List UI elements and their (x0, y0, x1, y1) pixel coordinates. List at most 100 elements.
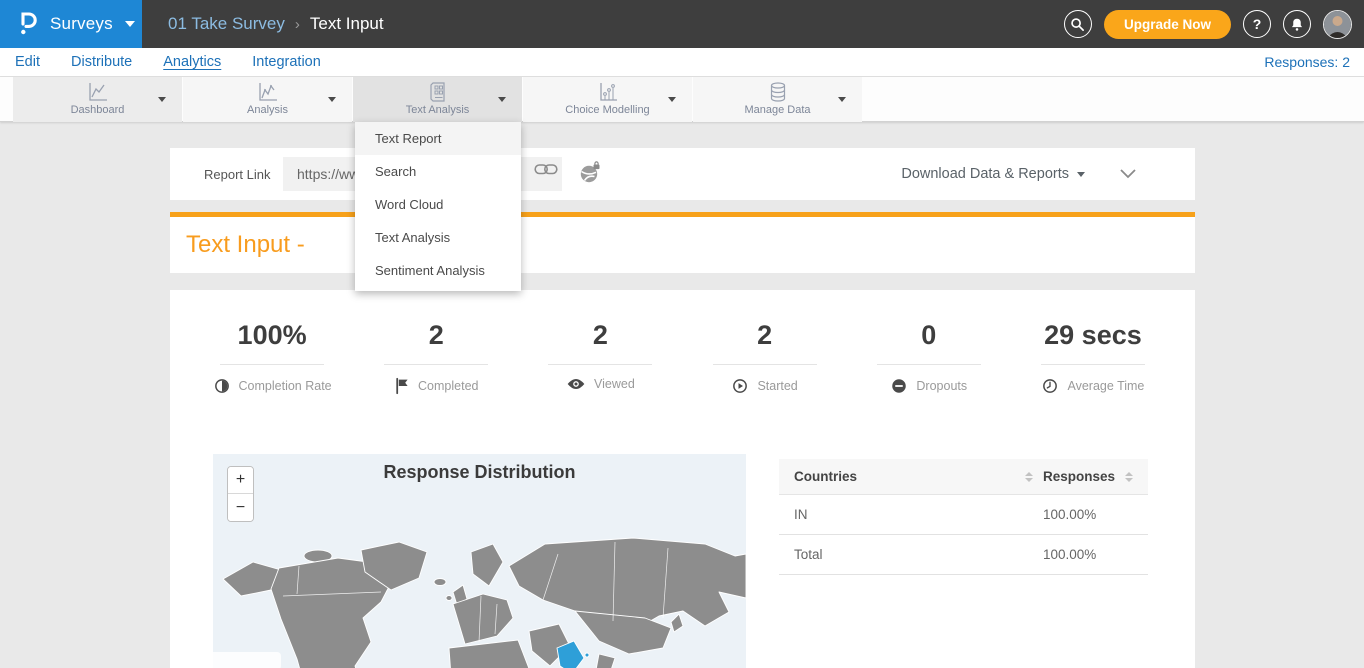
collapse-chevron-icon[interactable] (1119, 166, 1137, 184)
divider (713, 364, 817, 365)
stat-average-time: 29 secs Average Time (1011, 320, 1175, 395)
nav-item-analytics[interactable]: Analytics (163, 54, 221, 70)
map-scandinavia (471, 544, 503, 586)
question-title-card: Text Input - (170, 217, 1195, 273)
stat-viewed: 2 Viewed (518, 320, 682, 395)
search-button[interactable] (1064, 10, 1092, 38)
minus-icon (890, 377, 908, 395)
notifications-button[interactable] (1283, 10, 1311, 38)
tab-label: Text Analysis (406, 104, 470, 116)
map-north-africa (449, 640, 533, 668)
chevron-down-icon (838, 97, 846, 102)
divider (877, 364, 981, 365)
tab-text-analysis[interactable]: Text Analysis (353, 77, 522, 122)
play-icon (731, 377, 749, 395)
analytics-toolbar: Dashboard Analysis (0, 77, 1364, 122)
user-avatar[interactable] (1323, 10, 1352, 39)
breadcrumb-survey-link[interactable]: 01 Take Survey (168, 14, 285, 34)
report-link-card: Report Link Download Data & Reports (170, 148, 1195, 200)
header-actions: Upgrade Now ? (1064, 0, 1352, 48)
nav-item-edit[interactable]: Edit (15, 54, 40, 70)
tab-choice-modelling[interactable]: Choice Modelling (523, 77, 692, 122)
search-icon (1070, 17, 1085, 32)
countries-table-header: Countries Responses (779, 459, 1148, 495)
menu-item-search[interactable]: Search (355, 155, 521, 188)
chevron-down-icon (498, 97, 506, 102)
chevron-down-icon (668, 97, 676, 102)
tab-dashboard[interactable]: Dashboard (13, 77, 182, 122)
nav-item-integration[interactable]: Integration (252, 54, 321, 70)
countries-table: Countries Responses IN 100.00% Total 100… (779, 459, 1148, 575)
map-zoom-in-button[interactable]: + (228, 467, 253, 494)
menu-item-text-report[interactable]: Text Report (355, 122, 521, 155)
questionpro-logo-icon (16, 8, 40, 41)
tab-manage-data[interactable]: Manage Data (693, 77, 862, 122)
menu-item-text-analysis[interactable]: Text Analysis (355, 221, 521, 254)
stat-completed: 2 Completed (354, 320, 518, 395)
download-data-reports-dropdown[interactable]: Download Data & Reports (901, 148, 1085, 200)
breadcrumb-current-page: Text Input (310, 14, 384, 34)
stat-value: 2 (593, 320, 608, 351)
map-attribution-box (213, 652, 281, 668)
sort-responses-icon[interactable] (1125, 472, 1133, 482)
menu-item-word-cloud[interactable]: Word Cloud (355, 188, 521, 221)
world-map[interactable] (213, 534, 746, 668)
chevron-down-icon (158, 97, 166, 102)
breadcrumb-separator: › (295, 16, 300, 33)
brand-menu[interactable]: Surveys (0, 0, 142, 48)
tab-label: Choice Modelling (565, 104, 649, 116)
stat-label: Viewed (594, 377, 635, 391)
flag-icon (394, 377, 410, 395)
stat-value: 2 (429, 320, 444, 351)
countries-header-label: Countries (794, 469, 857, 484)
stat-started: 2 Started (683, 320, 847, 395)
stat-value: 0 (921, 320, 936, 351)
divider (384, 364, 488, 365)
stats-row: 100% Completion Rate 2 (190, 320, 1175, 395)
stat-dropouts: 0 Dropouts (847, 320, 1011, 395)
map-japan (671, 614, 683, 632)
survey-nav: Edit Distribute Analytics Integration Re… (0, 48, 1364, 77)
dashboard-chart-icon (86, 81, 110, 103)
responses-count: Responses: 2 (1264, 48, 1350, 76)
stat-value: 2 (757, 320, 772, 351)
sort-countries-icon[interactable] (1025, 472, 1033, 482)
response-distribution-map: Response Distribution + − (213, 454, 746, 668)
question-title: Text Input - (186, 217, 305, 273)
report-link-label: Report Link (204, 148, 270, 200)
stat-value: 100% (238, 320, 307, 351)
stat-label: Completed (418, 379, 478, 393)
globe-privacy-icon[interactable] (578, 161, 602, 190)
nav-item-distribute[interactable]: Distribute (71, 54, 132, 70)
top-header: Surveys 01 Take Survey › Text Input Upgr… (0, 0, 1364, 48)
chevron-down-icon (1077, 172, 1085, 177)
bell-icon (1290, 17, 1304, 32)
menu-item-sentiment-analysis[interactable]: Sentiment Analysis (355, 254, 521, 287)
help-button[interactable]: ? (1243, 10, 1271, 38)
product-name: Surveys (50, 14, 113, 34)
divider (548, 364, 652, 365)
response-cell: 100.00% (1043, 507, 1148, 522)
upgrade-now-button[interactable]: Upgrade Now (1104, 10, 1231, 39)
text-report-icon (426, 81, 450, 103)
tab-label: Dashboard (71, 104, 125, 116)
response-cell: 100.00% (1043, 547, 1148, 562)
stat-label: Started (757, 379, 797, 393)
question-mark-icon: ? (1253, 16, 1262, 32)
chevron-down-icon (328, 97, 336, 102)
responses-header-label: Responses (1043, 469, 1115, 484)
divider (220, 364, 324, 365)
download-label: Download Data & Reports (901, 166, 1069, 182)
map-zoom-controls: + − (227, 466, 254, 522)
choice-modelling-icon (596, 81, 620, 103)
tab-analysis[interactable]: Analysis (183, 77, 352, 122)
brand-caret-icon (125, 21, 135, 27)
stat-label: Completion Rate (239, 379, 332, 393)
eye-icon (566, 377, 586, 391)
copy-link-icon[interactable] (534, 163, 558, 181)
divider (1041, 364, 1145, 365)
map-title: Response Distribution (213, 462, 746, 483)
map-zoom-out-button[interactable]: − (228, 494, 253, 521)
country-cell: IN (779, 507, 1043, 522)
gauge-icon (213, 377, 231, 395)
